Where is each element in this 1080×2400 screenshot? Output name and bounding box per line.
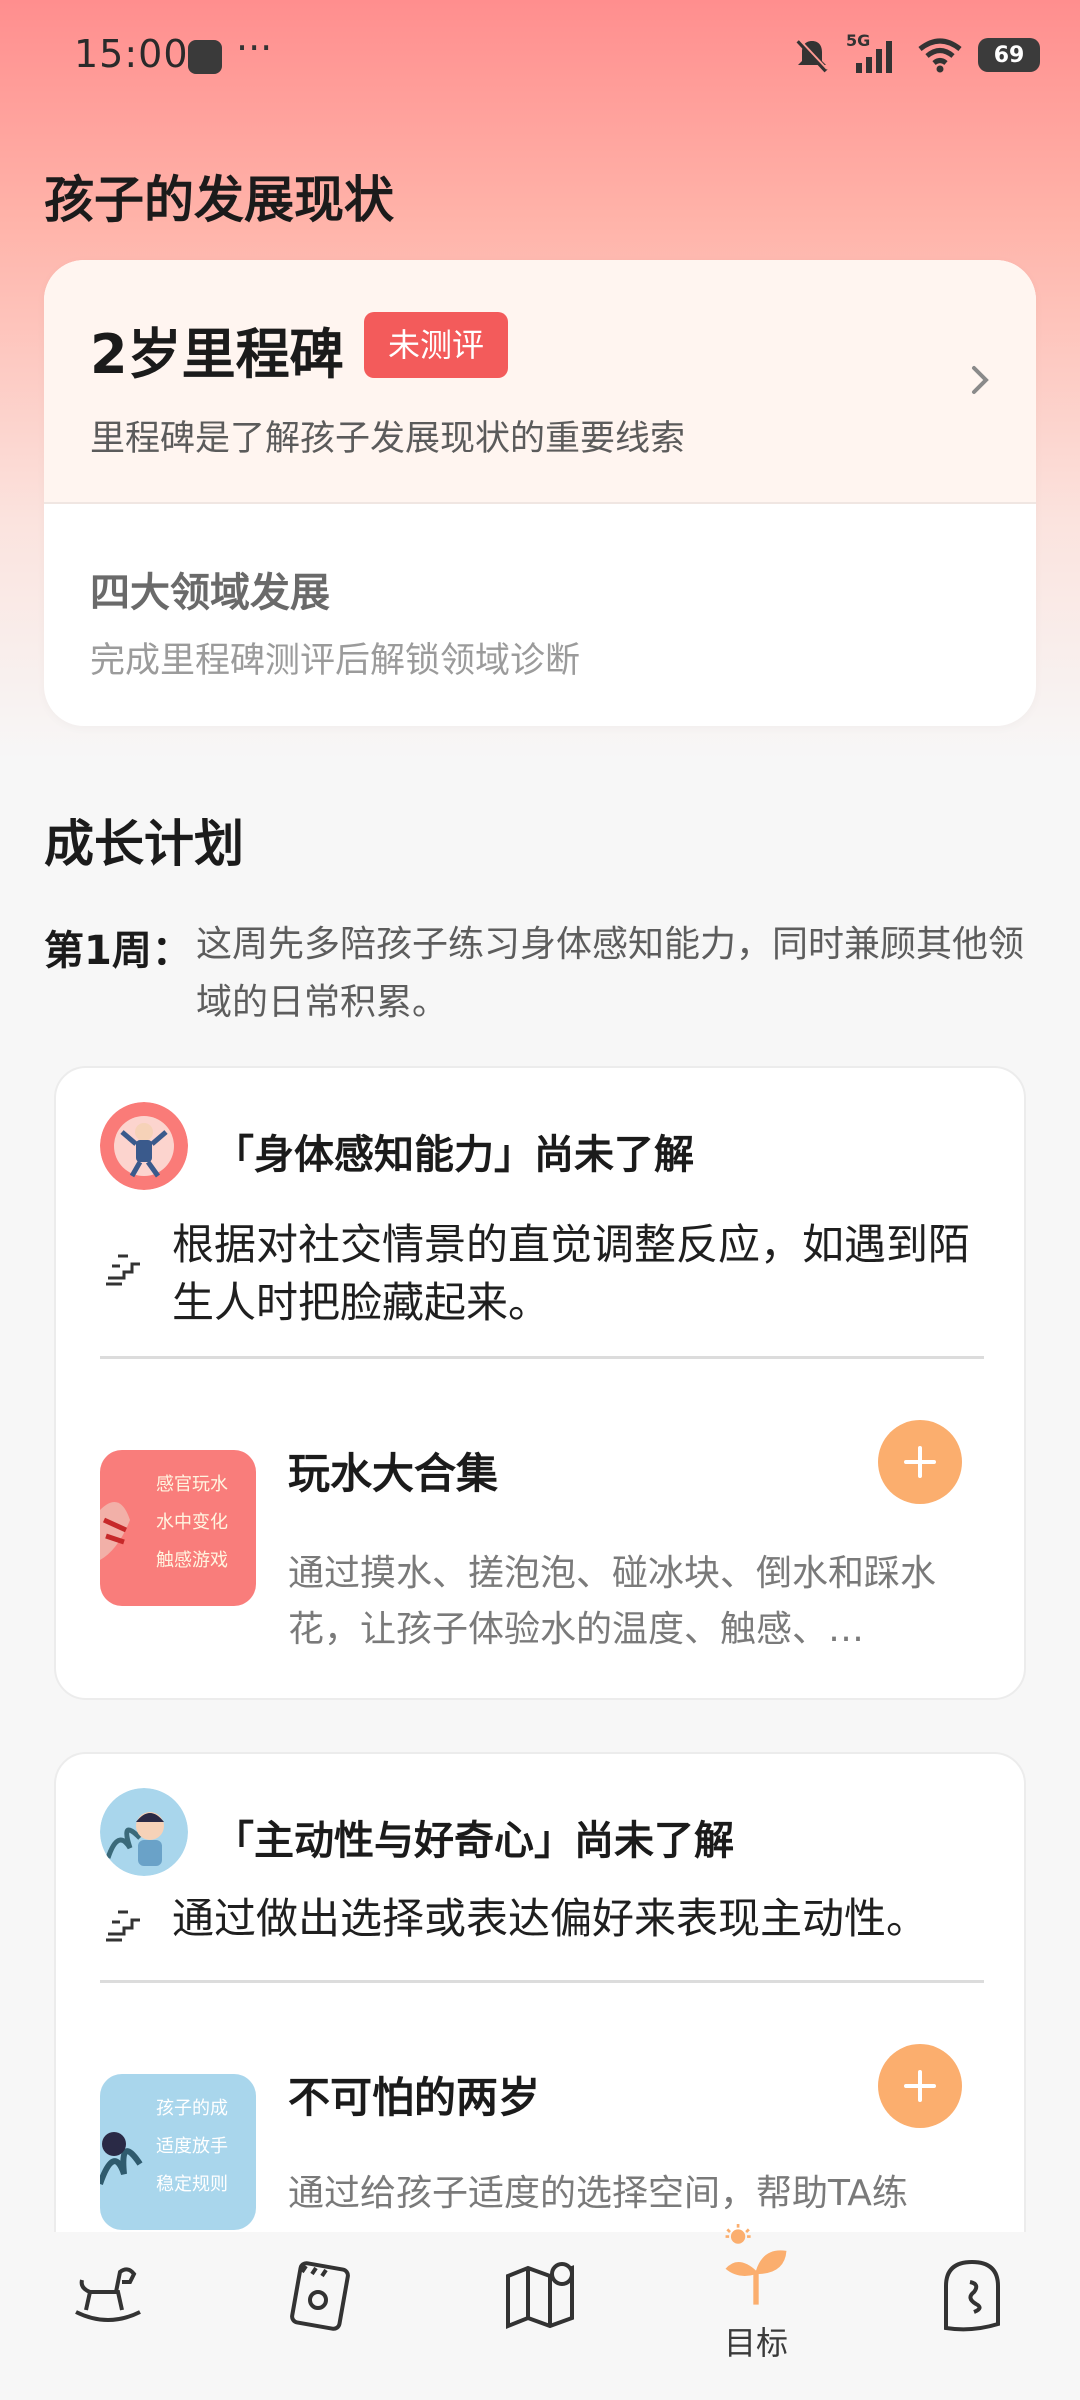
bottom-nav: 目标: [0, 2224, 1080, 2400]
domain-desc: 完成里程碑测评后解锁领域诊断: [90, 641, 581, 681]
notification-icon: [188, 40, 222, 74]
nav-map[interactable]: [480, 2252, 600, 2392]
plus-icon: [904, 1446, 936, 1478]
system-icons: 5G 69: [792, 30, 1040, 80]
sprout-icon: [725, 2224, 787, 2305]
mute-icon: [796, 38, 828, 73]
activity-title: 玩水大合集: [288, 1449, 499, 1498]
divider: [100, 1980, 984, 1983]
thumbnail-line: 感官玩水: [156, 1474, 228, 1495]
plan-card[interactable]: 「主动性与好奇心」尚未了解 通过做出选择或表达偏好来表现主动性。 孩子的成 适度…: [54, 1752, 1026, 2312]
add-activity-button[interactable]: [878, 1420, 962, 1504]
plan-heading: 成长计划: [44, 815, 244, 873]
steps-icon: [106, 1910, 140, 1942]
signal-icon: 5G: [846, 31, 902, 75]
status-time: 15:00: [74, 32, 189, 76]
map-icon: [506, 2262, 574, 2329]
activity-desc: 通过摸水、搓泡泡、碰冰块、倒水和踩水花，让孩子体验水的温度、触感、…: [288, 1553, 937, 1650]
initiative-avatar: [100, 1788, 188, 1876]
nav-target[interactable]: 目标: [696, 2224, 816, 2364]
development-heading: 孩子的发展现状: [44, 171, 394, 229]
divider: [100, 1356, 984, 1359]
milestone-desc: 里程碑是了解孩子发展现状的重要线索: [90, 419, 686, 459]
domain-title: 四大领域发展: [90, 570, 330, 616]
nav-horse[interactable]: [48, 2252, 168, 2392]
body-awareness-avatar: [100, 1102, 188, 1190]
development-goal: 通过做出选择或表达偏好来表现主动性。: [172, 1894, 929, 1943]
activity-title: 不可怕的两岁: [288, 2073, 541, 2122]
thumbnail-line: 稳定规则: [156, 2174, 228, 2195]
steps-icon: [106, 1254, 140, 1286]
thumbnail-line: 触感游戏: [156, 1550, 228, 1571]
activity-thumbnail: 孩子的成 适度放手 稳定规则: [100, 2074, 256, 2230]
development-goal: 根据对社交情景的直觉调整反应，如遇到陌生人时把脸藏起来。: [172, 1220, 971, 1327]
week-text: 这周先多陪孩子练习身体感知能力，同时兼顾其他领域的日常积累。: [196, 924, 1025, 1023]
week-label: 第1周：: [44, 928, 192, 974]
add-activity-button[interactable]: [878, 2044, 962, 2128]
thumbnail-line: 适度放手: [156, 2136, 228, 2157]
milestone-title: 2岁里程碑: [90, 323, 344, 386]
domain-status-title: 「主动性与好奇心」尚未了解: [214, 1818, 734, 1864]
nav-profile[interactable]: [912, 2252, 1032, 2392]
plan-card[interactable]: 「身体感知能力」尚未了解 根据对社交情景的直觉调整反应，如遇到陌生人时把脸藏起来…: [54, 1066, 1026, 1700]
rocking-horse-icon: [75, 2267, 141, 2322]
battery-level: 69: [993, 42, 1025, 68]
thumbnail-line: 孩子的成: [156, 2098, 228, 2119]
milestone-row[interactable]: 2岁里程碑 未测评 里程碑是了解孩子发展现状的重要线索: [44, 260, 1036, 504]
domain-status-title: 「身体感知能力」尚未了解: [214, 1132, 694, 1178]
chevron-right-icon: [972, 366, 989, 394]
nav-notebook[interactable]: [260, 2252, 380, 2392]
wifi-icon: [918, 38, 962, 73]
more-notifications: ···: [236, 26, 273, 70]
activity-thumbnail: 感官玩水 水中变化 触感游戏: [100, 1450, 256, 1606]
activity-desc: 通过给孩子适度的选择空间，帮助TA练: [288, 2173, 908, 2214]
plus-icon: [904, 2070, 936, 2102]
development-card: 2岁里程碑 未测评 里程碑是了解孩子发展现状的重要线索 四大领域发展 完成里程碑…: [44, 260, 1036, 726]
battery-icon: 69: [978, 38, 1040, 72]
thumbnail-line: 水中变化: [156, 1512, 228, 1533]
notebook-icon: [290, 2261, 350, 2331]
profile-icon: [944, 2259, 1000, 2332]
status-bar: 15:00 ··· 5G 69: [0, 0, 1080, 110]
status-badge: 未测评: [364, 312, 509, 378]
nav-target-label: 目标: [723, 2324, 788, 2362]
